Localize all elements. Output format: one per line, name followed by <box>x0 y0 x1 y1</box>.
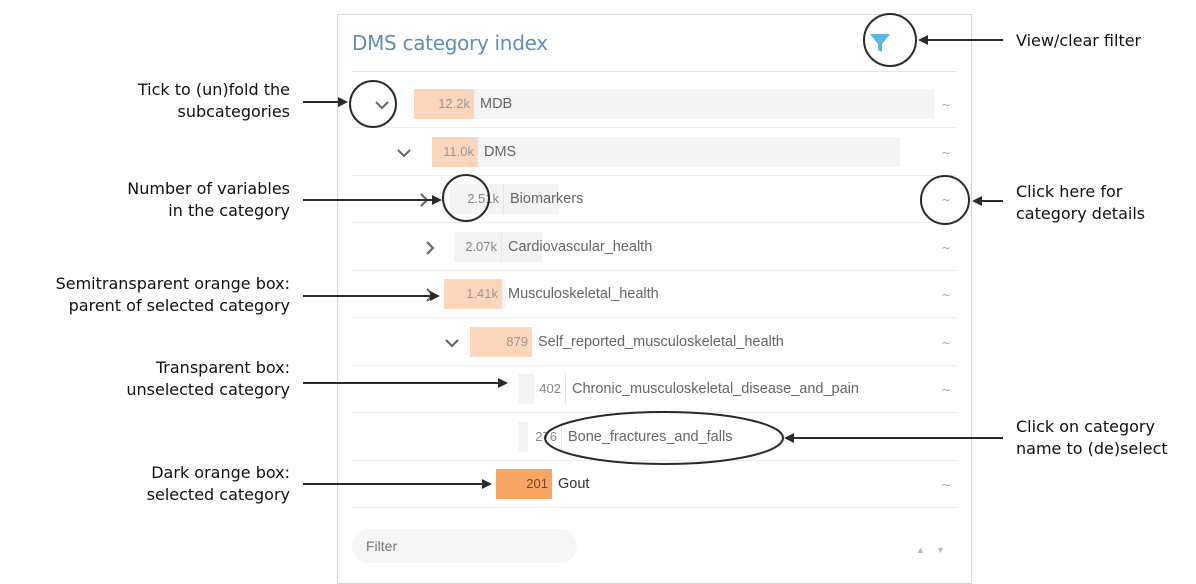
callout-select-line-1: Click on category <box>1016 417 1155 436</box>
callout-dark-line-2: selected category <box>146 485 290 504</box>
variable-count: 1.41k <box>444 279 502 309</box>
variable-count: 11.0k <box>432 136 478 167</box>
callout-semi-line-1: Semitransparent orange box: <box>55 274 290 293</box>
variable-count: 276 <box>518 421 562 452</box>
chevron-right-icon[interactable] <box>414 191 434 209</box>
filter-input[interactable] <box>352 529 577 563</box>
chevron-down-icon[interactable] <box>442 334 462 352</box>
callout-select: Click on category name to (de)select <box>1016 416 1168 460</box>
category-row: 2.07k Cardiovascular_health ~ <box>352 224 957 271</box>
callout-dark-line-1: Dark orange box: <box>151 463 290 482</box>
category-row: 276 Bone_fractures_and_falls ~ <box>352 414 957 461</box>
chevron-right-icon[interactable] <box>420 286 440 304</box>
category-name[interactable]: Biomarkers <box>510 184 583 214</box>
variable-count: 2.51k <box>450 184 504 214</box>
chevron-down-icon[interactable] <box>394 144 414 162</box>
category-name[interactable]: DMS <box>484 137 516 167</box>
callout-count-line-2: in the category <box>168 201 290 220</box>
callout-count: Number of variables in the category <box>0 178 290 222</box>
callout-select-line-2: name to (de)select <box>1016 439 1168 458</box>
callout-details: Click here for category details <box>1016 181 1145 225</box>
callout-details-line-2: category details <box>1016 204 1146 223</box>
tilde-detail-icon[interactable]: ~ <box>941 431 951 445</box>
tilde-detail-icon[interactable]: ~ <box>941 383 951 397</box>
category-name[interactable]: Self_reported_musculoskeletal_health <box>538 327 784 357</box>
variable-count: 2.07k <box>454 231 502 262</box>
callout-details-line-1: Click here for <box>1016 182 1123 201</box>
category-row: 402 Chronic_musculoskeletal_disease_and_p… <box>352 366 957 413</box>
callout-filter-line-1: View/clear filter <box>1016 31 1142 50</box>
callout-fold-line-2: subcategories <box>177 102 291 121</box>
triangle-down-icon[interactable]: ▼ <box>936 545 945 555</box>
variable-count: 879 <box>470 326 532 357</box>
category-name[interactable]: Cardiovascular_health <box>508 232 652 262</box>
tilde-detail-icon[interactable]: ~ <box>941 146 951 160</box>
variable-count: 402 <box>518 374 566 404</box>
callout-semi: Semitransparent orange box: parent of se… <box>0 273 290 317</box>
tilde-detail-icon[interactable]: ~ <box>941 98 951 112</box>
chevron-right-icon[interactable] <box>420 239 440 257</box>
category-name[interactable]: Gout <box>558 469 589 499</box>
category-row: 2.51k Biomarkers ~ <box>352 176 957 223</box>
category-row: 11.0k DMS ~ <box>352 129 957 176</box>
callout-semi-line-2: parent of selected category <box>68 296 290 315</box>
chevron-down-icon[interactable] <box>372 96 392 114</box>
filter-funnel-icon[interactable] <box>867 30 893 56</box>
variable-count: 201 <box>496 469 552 499</box>
callout-count-line-1: Number of variables <box>127 179 290 198</box>
variable-count: 12.2k <box>414 89 474 119</box>
category-row: 1.41k Musculoskeletal_health ~ <box>352 271 957 318</box>
callout-transparent-line-1: Transparent box: <box>155 358 290 377</box>
category-index-panel: DMS category index 12.2k MDB ~11.0k DMS ~2.5… <box>337 14 972 584</box>
category-row: 12.2k MDB ~ <box>352 81 957 128</box>
category-name[interactable]: Bone_fractures_and_falls <box>568 422 732 452</box>
category-name[interactable]: MDB <box>480 89 512 119</box>
callout-fold: Tick to (un)fold the subcategories <box>0 79 290 123</box>
callout-transparent: Transparent box: unselected category <box>0 357 290 401</box>
tilde-detail-icon[interactable]: ~ <box>941 478 951 492</box>
category-name[interactable]: Chronic_musculoskeletal_disease_and_pain <box>572 374 859 404</box>
tilde-detail-icon[interactable]: ~ <box>941 336 951 350</box>
callout-transparent-line-2: unselected category <box>126 380 290 399</box>
panel-title: DMS category index <box>352 31 548 55</box>
category-row: 879 Self_reported_musculoskeletal_health ~ <box>352 319 957 366</box>
category-row: 201 Gout ~ <box>352 461 957 508</box>
category-name[interactable]: Musculoskeletal_health <box>508 279 659 309</box>
callout-dark: Dark orange box: selected category <box>0 462 290 506</box>
tilde-detail-icon[interactable]: ~ <box>941 241 951 255</box>
title-divider <box>352 71 957 72</box>
triangle-up-icon[interactable]: ▲ <box>916 545 925 555</box>
callout-filter: View/clear filter <box>1016 30 1141 52</box>
tilde-detail-icon[interactable]: ~ <box>941 288 951 302</box>
tilde-detail-icon[interactable]: ~ <box>941 193 951 207</box>
callout-fold-line-1: Tick to (un)fold the <box>137 80 290 99</box>
